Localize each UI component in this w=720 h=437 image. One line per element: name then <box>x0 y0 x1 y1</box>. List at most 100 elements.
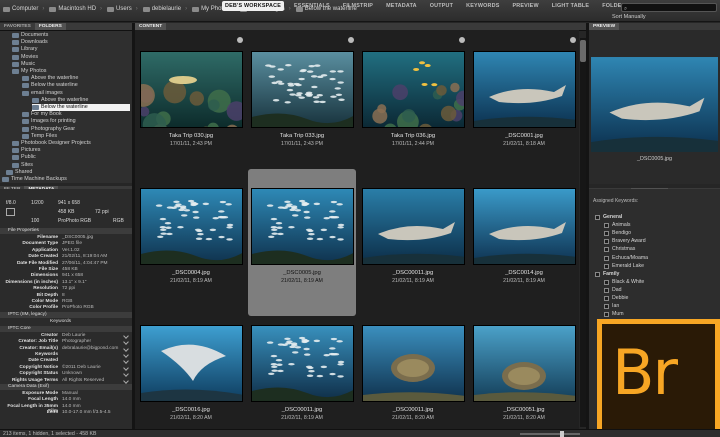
rotate-icon[interactable] <box>570 37 576 43</box>
metadata-value[interactable]: Deb Laurie <box>62 333 85 338</box>
folder-tree-item[interactable]: Below the waterline <box>22 82 78 89</box>
thumbnail-cell[interactable]: _DSC00051.jpg 21/02/11, 8:20 AM <box>470 306 578 430</box>
folder-tree-item[interactable]: Above the waterline <box>32 97 88 104</box>
metadata-section-header[interactable]: Camera Data (Exif) <box>0 384 132 390</box>
keyword-item[interactable]: Bendigo <box>604 230 631 237</box>
edit-pencil-icon[interactable] <box>123 345 129 352</box>
thumbnail-cell[interactable]: _DSC00011.jpg 21/02/11, 8:19 AM <box>248 306 356 430</box>
edit-pencil-icon[interactable] <box>123 377 129 384</box>
thumbnail-image[interactable] <box>473 325 576 402</box>
preview-image[interactable] <box>591 56 718 153</box>
folder-tree-item[interactable]: Movies <box>12 54 38 61</box>
keyword-item[interactable]: Black & White <box>604 279 644 286</box>
keyword-checkbox[interactable] <box>604 247 609 253</box>
edit-pencil-icon[interactable] <box>123 371 129 378</box>
keyword-checkbox[interactable] <box>595 271 600 277</box>
folder-tree-item[interactable]: Images for printing <box>22 118 76 125</box>
slider-handle[interactable] <box>560 431 564 437</box>
breadcrumb-item[interactable]: Computer › <box>3 6 44 12</box>
keyword-checkbox[interactable] <box>604 231 609 237</box>
rotate-icon[interactable] <box>237 37 243 43</box>
thumbnail-image[interactable] <box>473 188 576 265</box>
sort-dropdown[interactable]: Sort Manually <box>612 14 646 20</box>
metadata-value[interactable]: All Rights Reserved <box>62 378 104 383</box>
edit-pencil-icon[interactable] <box>123 332 129 339</box>
keyword-checkbox[interactable] <box>604 312 609 318</box>
folder-tree-item[interactable]: Temp Files <box>22 133 57 140</box>
workspace-tab[interactable]: DEB'S WORKSPACE <box>222 1 284 11</box>
thumbnail-image[interactable] <box>140 188 243 265</box>
workspace-tab[interactable]: KEYWORDS <box>463 1 502 11</box>
folder-tree-item[interactable]: Photography Gear <box>22 126 75 133</box>
metadata-section-header[interactable]: IPTC (IIM, legacy) <box>0 311 132 318</box>
keyword-item[interactable]: Bravery Award <box>604 238 646 245</box>
folder-tree-item[interactable]: Photobook Designer Projects <box>12 140 91 147</box>
thumbnail-image[interactable] <box>362 325 465 402</box>
folder-tree-item[interactable]: email images <box>22 90 63 97</box>
edit-pencil-icon[interactable] <box>123 339 129 346</box>
thumbnail-cell[interactable]: Taka Trip 036.jpg 17/01/11, 2:44 PM <box>359 32 467 179</box>
thumbnail-image[interactable] <box>140 325 243 402</box>
keyword-item[interactable]: Family <box>595 271 619 278</box>
keyword-checkbox[interactable] <box>595 215 600 220</box>
workspace-tab[interactable]: PREVIEW <box>510 1 542 11</box>
workspace-tab[interactable]: LIGHT TABLE <box>549 1 592 11</box>
keyword-item[interactable]: Debbie <box>604 295 628 302</box>
thumbnail-cell[interactable]: _DSC0005.jpg 21/02/11, 8:19 AM <box>248 169 356 316</box>
thumbnail-image[interactable] <box>473 51 576 128</box>
edit-pencil-icon[interactable] <box>123 358 129 365</box>
keyword-checkbox[interactable] <box>604 287 609 293</box>
thumbnail-cell[interactable]: _DSC0001.jpg 21/02/11, 8:18 AM <box>470 32 578 179</box>
workspace-tab[interactable]: ESSENTIALS <box>291 1 333 11</box>
thumbnail-cell[interactable]: _DSC0004.jpg 21/02/11, 8:19 AM <box>137 169 245 316</box>
thumbnail-cell[interactable]: _DSC00011.jpg 21/02/11, 8:19 AM <box>359 169 467 316</box>
folder-tree-item[interactable]: Documents <box>12 32 48 39</box>
keyword-item[interactable]: Animals <box>604 222 630 229</box>
folder-tree-item[interactable]: Music <box>12 61 35 68</box>
breadcrumb-item[interactable]: debielaurie › <box>142 6 187 12</box>
thumbnail-image[interactable] <box>140 51 243 128</box>
thumbnail-image[interactable] <box>251 51 354 128</box>
metadata-section-header[interactable]: File Properties <box>0 228 132 234</box>
keyword-checkbox[interactable] <box>604 296 609 301</box>
keyword-checkbox[interactable] <box>604 239 609 245</box>
breadcrumb-item[interactable]: Users › <box>107 6 138 12</box>
thumbnail-size-slider[interactable] <box>520 431 580 437</box>
thumbnail-cell[interactable]: _DSC0014.jpg 21/02/11, 8:19 AM <box>470 169 578 316</box>
rotate-icon[interactable] <box>459 37 465 43</box>
tab-content[interactable]: CONTENT <box>135 23 167 30</box>
folder-tree-item[interactable]: For my Book <box>22 111 62 118</box>
thumbnail-cell[interactable]: Taka Trip 033.jpg 17/01/11, 2:43 PM <box>248 32 356 179</box>
folder-tree-item[interactable]: Time Machine Backups <box>2 176 67 183</box>
folder-tree-item[interactable]: Below the waterline <box>32 104 130 111</box>
thumbnail-image[interactable] <box>362 188 465 265</box>
workspace-tab[interactable]: FILMSTRIP <box>340 1 376 11</box>
thumbnail-image[interactable] <box>251 325 354 402</box>
edit-pencil-icon[interactable] <box>123 364 129 371</box>
keyword-checkbox[interactable] <box>604 304 609 310</box>
keyword-item[interactable]: General <box>595 214 622 221</box>
keyword-item[interactable]: Christmas <box>604 246 635 253</box>
keyword-checkbox[interactable] <box>604 255 609 261</box>
thumbnail-cell[interactable]: _DSC0016.jpg 21/02/11, 8:20 AM <box>137 306 245 430</box>
edit-pencil-icon[interactable] <box>123 352 129 358</box>
metadata-value[interactable]: debralaurie@bigpond.com <box>62 346 118 351</box>
folder-tree-item[interactable]: My Photos <box>12 68 46 75</box>
thumbnail-cell[interactable]: _DSC00011.jpg 21/02/11, 8:20 AM <box>359 306 467 430</box>
workspace-tab[interactable]: OUTPUT <box>427 1 456 11</box>
keyword-item[interactable]: Ian <box>604 303 619 310</box>
folder-tree-item[interactable]: Downloads <box>12 39 48 46</box>
folder-tree-item[interactable]: Public <box>12 154 36 161</box>
breadcrumb-item[interactable]: Macintosh HD › <box>49 6 102 12</box>
thumbnail-image[interactable] <box>251 188 354 265</box>
keyword-item[interactable]: Mum <box>604 311 624 318</box>
folder-tree-item[interactable]: Above the waterline <box>22 75 78 82</box>
keyword-item[interactable]: Emerald Lake <box>604 263 644 270</box>
keyword-item[interactable]: Dad <box>604 287 622 294</box>
keyword-checkbox[interactable] <box>604 263 609 269</box>
keyword-item[interactable]: Echuca/Moama <box>604 255 648 262</box>
folder-tree-item[interactable]: Sites <box>12 162 33 169</box>
keyword-checkbox[interactable] <box>604 279 609 285</box>
rotate-icon[interactable] <box>348 37 354 43</box>
tab-favorites[interactable]: FAVORITES <box>0 23 35 30</box>
